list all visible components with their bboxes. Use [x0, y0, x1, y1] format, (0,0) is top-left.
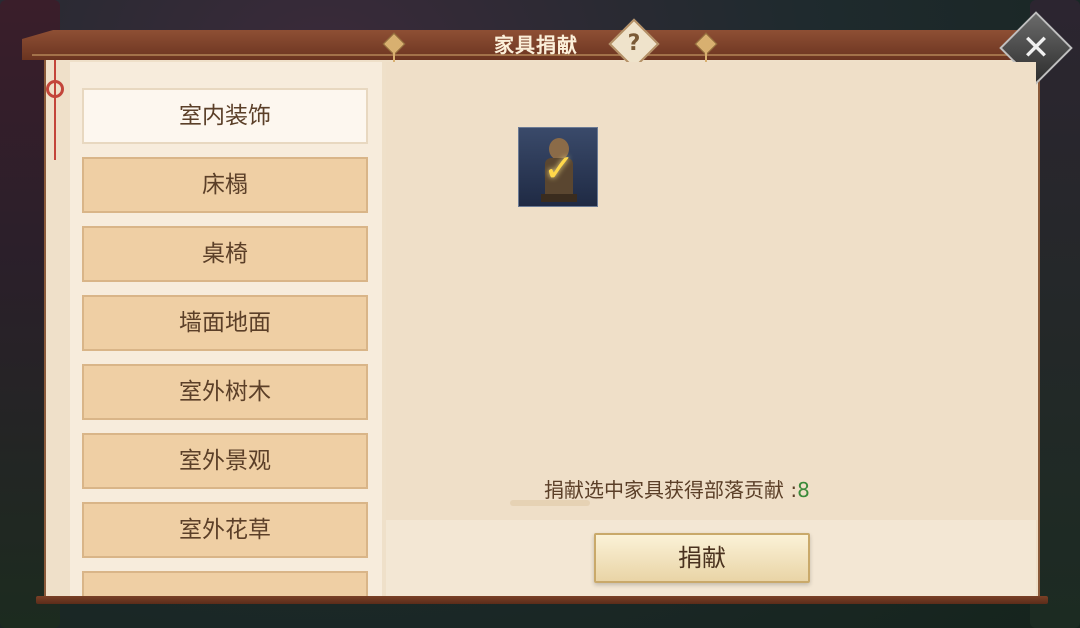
sidebar-item-label: 桌椅	[202, 241, 248, 267]
checkmark-icon: ✓	[543, 146, 575, 190]
sidebar-item-label: 室内装饰	[179, 103, 271, 129]
sidebar-item-label: 室外树木	[179, 379, 271, 405]
sidebar-item-label: 墙面地面	[179, 310, 271, 336]
dialog-title: 家具捐献	[494, 33, 578, 57]
panel-bottom-border	[36, 596, 1048, 604]
statue-base	[541, 194, 577, 202]
question-icon: ?	[627, 31, 641, 56]
furniture-item-slot[interactable]: ✓	[518, 127, 598, 207]
donation-reward-label: 捐献选中家具获得部落贡献 :	[544, 478, 798, 502]
donation-reward-text: 捐献选中家具获得部落贡献 :8	[544, 474, 810, 503]
category-sidebar: 室内装饰 床榻 桌椅 墙面地面 室外树木 室外景观 室外花草	[70, 62, 382, 596]
sidebar-item-walls-floors[interactable]: 墙面地面	[82, 295, 368, 351]
furniture-grid	[386, 62, 1036, 520]
sidebar-item-indoor-decor[interactable]: 室内装饰	[82, 88, 368, 144]
sidebar-item-label: 室外景观	[179, 448, 271, 474]
sidebar-item-partial[interactable]	[82, 571, 368, 596]
sidebar-item-beds[interactable]: 床榻	[82, 157, 368, 213]
sidebar-item-outdoor-flowers[interactable]: 室外花草	[82, 502, 368, 558]
sidebar-item-tables-chairs[interactable]: 桌椅	[82, 226, 368, 282]
sidebar-item-outdoor-landscape[interactable]: 室外景观	[82, 433, 368, 489]
sidebar-item-label: 床榻	[202, 172, 248, 198]
sidebar-item-outdoor-trees[interactable]: 室外树木	[82, 364, 368, 420]
donate-button[interactable]: 捐献	[594, 533, 810, 583]
sidebar-item-label: 室外花草	[179, 517, 271, 543]
tassel-icon	[46, 60, 64, 160]
donation-reward-value: 8	[797, 478, 810, 502]
